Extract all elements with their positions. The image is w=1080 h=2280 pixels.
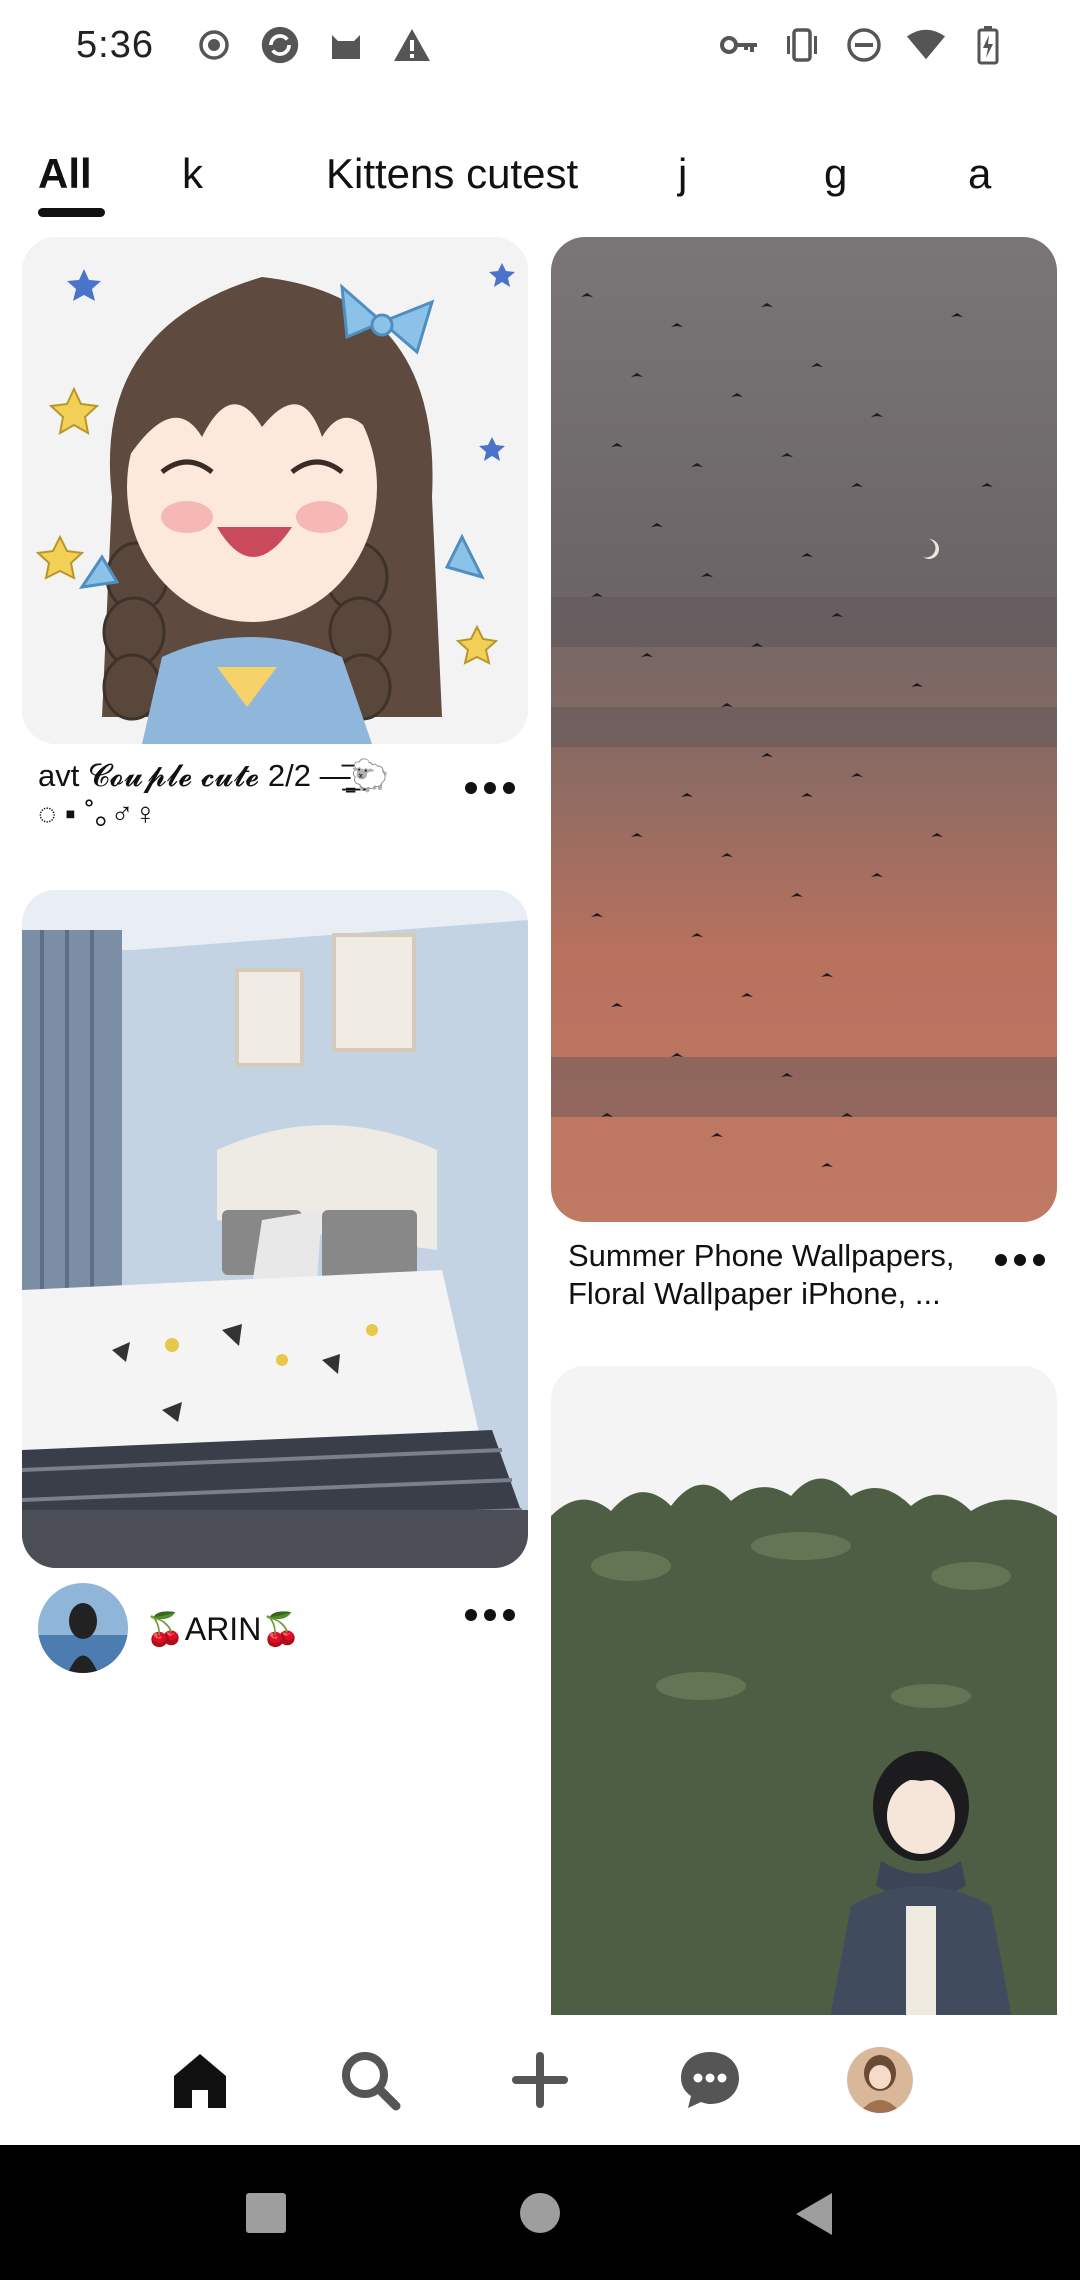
tab-k[interactable]: k <box>182 144 203 204</box>
pin-anime-girl-title[interactable]: avt 𝓒𝓸𝓾𝓹𝓵𝓮 𝓬𝓾𝓽𝓮 2/2 ―̳͟͞🐑 ◌ ▪ ˚｡♂♀ <box>38 757 458 833</box>
dnd-icon <box>844 25 884 65</box>
messages-icon[interactable] <box>665 2035 755 2125</box>
status-bar: 5:36 <box>0 0 1080 90</box>
tab-kittens-cutest[interactable]: Kittens cutest <box>326 144 578 204</box>
tab-all[interactable]: All <box>38 144 92 204</box>
tab-a[interactable]: a <box>968 144 991 204</box>
pin-author-name[interactable]: 🍒ARIN🍒 <box>145 1610 301 1648</box>
tab-active-indicator <box>38 208 105 217</box>
pin-feed[interactable]: avt 𝓒𝓸𝓾𝓹𝓵𝓮 𝓬𝓾𝓽𝓮 2/2 ―̳͟͞🐑 ◌ ▪ ˚｡♂♀ Summe… <box>0 230 1080 2015</box>
record-icon <box>194 25 234 65</box>
battery-charging-icon <box>968 25 1008 65</box>
status-time: 5:36 <box>76 23 154 66</box>
tab-j[interactable]: j <box>678 144 687 204</box>
pin-anime-girl-image[interactable] <box>22 237 528 744</box>
pin-title-line: Summer Phone Wallpapers, <box>568 1238 955 1273</box>
status-right <box>720 25 1008 65</box>
home-button[interactable] <box>518 2191 562 2235</box>
author-avatar[interactable] <box>38 1583 128 1673</box>
cat-icon <box>326 25 366 65</box>
pin-title-line: avt 𝓒𝓸𝓾𝓹𝓵𝓮 𝓬𝓾𝓽𝓮 2/2 ―̳͟͞🐑 <box>38 758 390 793</box>
home-icon[interactable] <box>155 2035 245 2125</box>
warning-icon <box>392 25 432 65</box>
recents-button[interactable] <box>244 2191 288 2235</box>
pin-title-line: Floral Wallpaper iPhone, ... <box>568 1276 941 1311</box>
board-tabs: All k Kittens cutest j g a <box>0 130 1080 230</box>
vibrate-icon <box>782 25 822 65</box>
search-icon[interactable] <box>325 2035 415 2125</box>
pin-girl-hedge-image[interactable] <box>551 1366 1057 2015</box>
more-options-icon[interactable] <box>992 1250 1048 1270</box>
profile-avatar[interactable] <box>835 2035 925 2125</box>
sync-icon <box>260 25 300 65</box>
more-options-icon[interactable] <box>462 1605 518 1625</box>
system-nav-bar <box>0 2145 1080 2280</box>
more-options-icon[interactable] <box>462 778 518 798</box>
pin-title-line: ◌ ▪ ˚｡♂♀ <box>38 796 157 831</box>
status-left: 5:36 <box>76 24 432 67</box>
tab-g[interactable]: g <box>824 144 847 204</box>
wifi-icon <box>906 25 946 65</box>
pin-sunset-birds-image[interactable] <box>551 237 1057 1222</box>
back-button[interactable] <box>792 2191 836 2235</box>
bottom-nav <box>0 2015 1080 2145</box>
pin-bedroom-image[interactable] <box>22 890 528 1568</box>
key-icon <box>720 25 760 65</box>
create-icon[interactable] <box>495 2035 585 2125</box>
pin-sunset-title[interactable]: Summer Phone Wallpapers, Floral Wallpape… <box>568 1237 988 1313</box>
